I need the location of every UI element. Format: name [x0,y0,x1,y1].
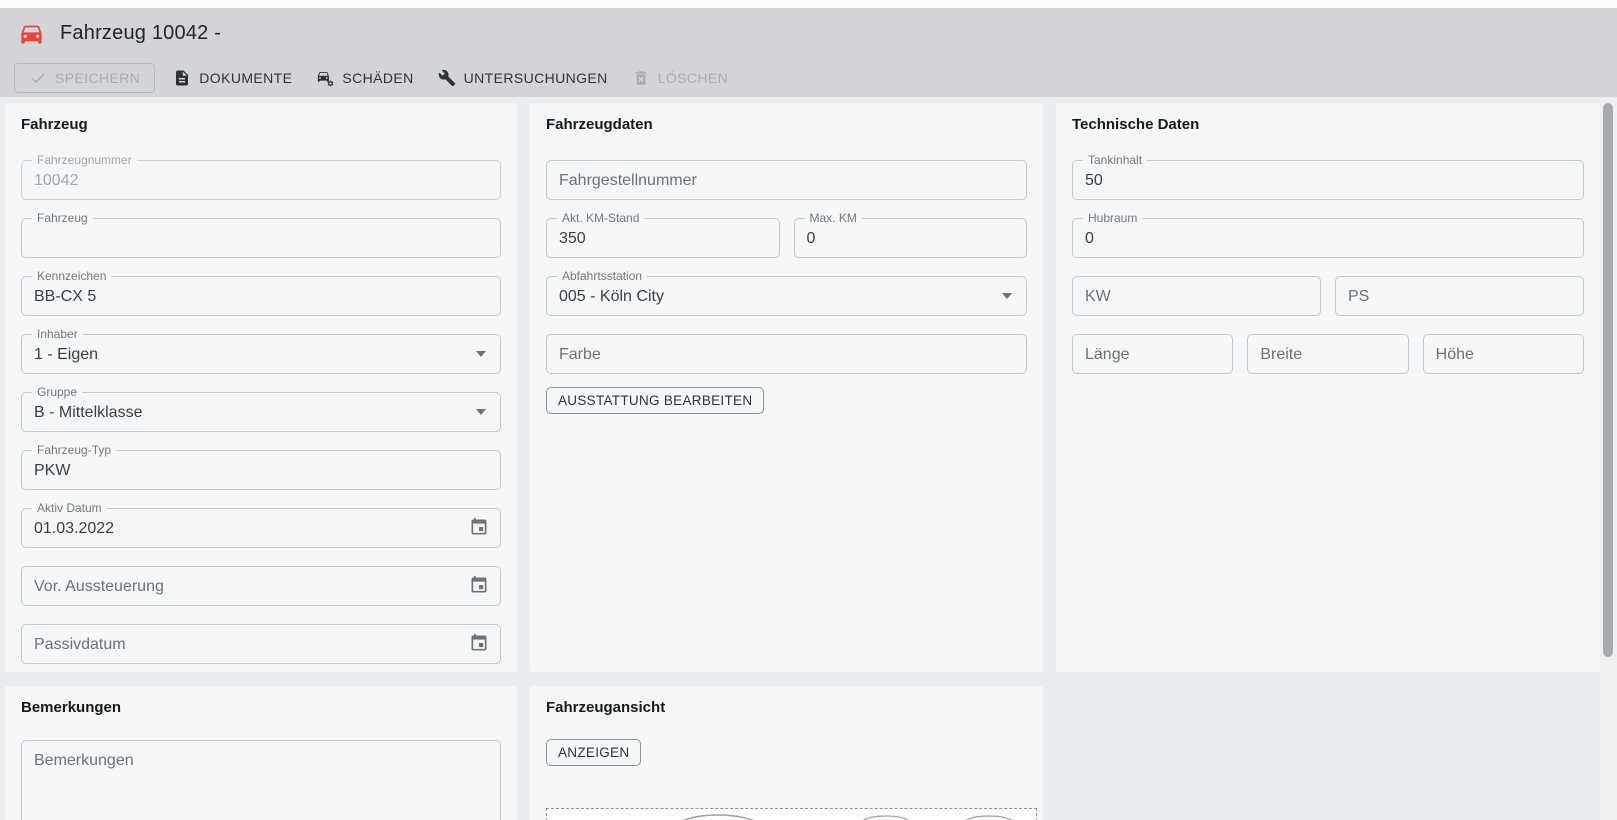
panel-fahrzeugansicht-title: Fahrzeugansicht [546,698,1027,718]
inspections-label: UNTERSUCHUNGEN [464,70,608,86]
fahrzeug-label: Fahrzeug [32,211,93,226]
field-fahrgestellnummer [546,160,1027,200]
save-label: SPEICHERN [55,70,140,86]
field-breite [1247,334,1408,374]
toolbar: SPEICHERN DOKUMENTE SCHÄDEN UNTERSUCHUNG… [0,58,1617,97]
header: Fahrzeug 10042 - SPEICHERN DOKUMENTE SCH… [0,8,1617,97]
abfahrtsstation-value: 005 - Köln City [547,286,1002,306]
save-button[interactable]: SPEICHERN [14,63,155,93]
damages-button[interactable]: SCHÄDEN [304,63,425,93]
panel-fahrzeug-title: Fahrzeug [21,115,501,135]
document-icon [173,69,191,87]
gruppe-value: B - Mittelklasse [22,402,476,422]
caret-down-icon [476,409,486,415]
field-max-km: Max. KM [794,218,1028,258]
field-hubraum: Hubraum [1072,218,1584,258]
vehicle-detail-page: Fahrzeug 10042 - SPEICHERN DOKUMENTE SCH… [0,0,1617,820]
field-ps [1335,276,1584,316]
delete-button[interactable]: LÖSCHEN [620,63,740,93]
panel-fahrzeugdaten: Fahrzeugdaten Akt. KM-Stand Max. KM Abfa… [530,103,1043,672]
remarks-textarea[interactable] [21,740,501,820]
panel-bemerkungen-title: Bemerkungen [21,698,501,718]
scrollbar[interactable] [1600,97,1617,820]
kw-input[interactable] [1073,277,1320,315]
caret-down-icon [476,351,486,357]
hubraum-label: Hubraum [1083,211,1142,226]
car-outline-sketch [671,813,763,820]
car-outline-sketch [856,813,916,820]
check-icon [29,69,47,87]
abfahrtsstation-select[interactable]: Abfahrtsstation 005 - Köln City [546,276,1027,316]
field-tankinhalt: Tankinhalt [1072,160,1584,200]
scrollbar-thumb[interactable] [1603,103,1613,657]
inspections-button[interactable]: UNTERSUCHUNGEN [426,63,620,93]
akt-km-stand-label: Akt. KM-Stand [557,211,644,226]
damages-label: SCHÄDEN [342,70,413,86]
fahrzeug-input[interactable] [22,219,500,257]
panel-fahrzeugdaten-title: Fahrzeugdaten [546,115,1027,135]
calendar-icon[interactable] [468,575,490,597]
caret-down-icon [1002,293,1012,299]
field-fahrzeugnummer: Fahrzeugnummer [21,160,501,200]
car-outline-sketch [959,813,1019,820]
calendar-icon[interactable] [468,633,490,655]
vehicle-diagram-area [546,808,1037,820]
tankinhalt-input[interactable] [1073,161,1583,199]
kennzeichen-label: Kennzeichen [32,269,111,284]
panel-fahrzeug: Fahrzeug Fahrzeugnummer Fahrzeug Kennzei… [5,103,517,672]
fahrzeug-typ-label: Fahrzeug-Typ [32,443,116,458]
inhaber-value: 1 - Eigen [22,344,476,364]
breite-input[interactable] [1248,335,1407,373]
wrench-icon [438,69,456,87]
field-hoehe [1423,334,1584,374]
fahrgestellnummer-input[interactable] [547,161,1026,199]
tankinhalt-label: Tankinhalt [1083,153,1147,168]
calendar-icon[interactable] [468,517,490,539]
field-kw [1072,276,1321,316]
panel-technische-daten: Technische Daten Tankinhalt Hubraum [1056,103,1600,672]
inhaber-label: Inhaber [32,327,83,342]
gruppe-label: Gruppe [32,385,82,400]
hoehe-input[interactable] [1424,335,1583,373]
farbe-input[interactable] [547,335,1026,373]
panel-technische-daten-title: Technische Daten [1072,115,1584,135]
field-vor-aussteuerung [21,566,501,606]
trash-icon [632,69,650,87]
ps-input[interactable] [1336,277,1583,315]
gruppe-select[interactable]: Gruppe B - Mittelklasse [21,392,501,432]
field-aktiv-datum: Aktiv Datum [21,508,501,548]
car-gear-icon [316,69,334,87]
fahrzeugnummer-label: Fahrzeugnummer [32,153,137,168]
laenge-input[interactable] [1073,335,1232,373]
car-icon [18,20,45,47]
max-km-label: Max. KM [805,211,862,226]
panel-fahrzeugansicht: Fahrzeugansicht ANZEIGEN [530,686,1043,820]
field-passivdatum [21,624,501,664]
title-row: Fahrzeug 10042 - [0,8,1617,58]
delete-label: LÖSCHEN [658,70,728,86]
field-farbe [546,334,1027,374]
field-fahrzeug: Fahrzeug [21,218,501,258]
equipment-edit-button[interactable]: AUSSTATTUNG BEARBEITEN [546,387,764,414]
field-kennzeichen: Kennzeichen [21,276,501,316]
page-title: Fahrzeug 10042 - [60,22,221,45]
aktiv-datum-label: Aktiv Datum [32,501,107,516]
field-akt-km-stand: Akt. KM-Stand [546,218,780,258]
passivdatum-input[interactable] [22,625,468,663]
field-fahrzeug-typ: Fahrzeug-Typ [21,450,501,490]
documents-button[interactable]: DOKUMENTE [161,63,304,93]
top-strip [0,0,1617,8]
field-laenge [1072,334,1233,374]
hubraum-input[interactable] [1073,219,1583,257]
show-button[interactable]: ANZEIGEN [546,739,641,766]
documents-label: DOKUMENTE [199,70,292,86]
vor-aussteuerung-input[interactable] [22,567,468,605]
abfahrtsstation-label: Abfahrtsstation [557,269,647,284]
panel-bemerkungen: Bemerkungen [5,686,517,820]
inhaber-select[interactable]: Inhaber 1 - Eigen [21,334,501,374]
